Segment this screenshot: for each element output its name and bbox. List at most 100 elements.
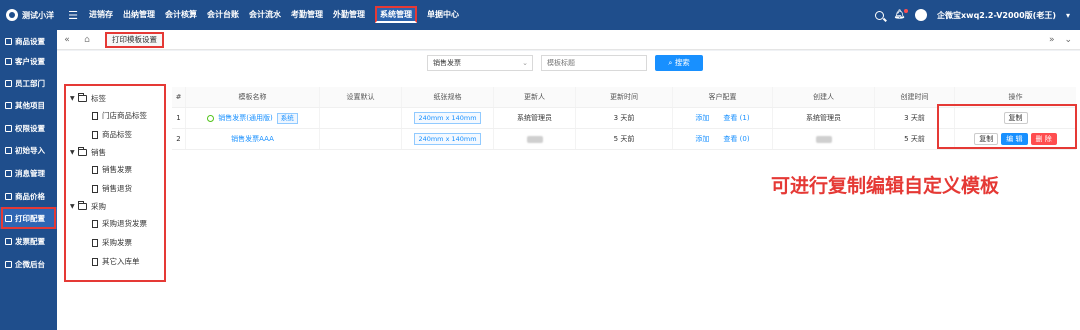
tree-leaf[interactable]: 其它入库单 [66, 252, 164, 271]
search-button-label: 搜索 [674, 58, 690, 67]
sidebar-item-staff[interactable]: 员工部门 [0, 72, 57, 94]
select-value: 销售发票 [433, 59, 461, 67]
nav-item-inventory[interactable]: 进销存 [84, 0, 118, 30]
view-config-link[interactable]: 查看 (0) [723, 134, 749, 144]
annotation-text: 可进行复制编辑自定义模板 [771, 175, 1000, 197]
paper-size-badge: 240mm x 140mm [414, 133, 481, 145]
nav-item-field[interactable]: 外勤管理 [328, 0, 370, 30]
row-num: 2 [172, 129, 186, 149]
tree-leaf[interactable]: 采购发票 [66, 233, 164, 252]
logo-icon [6, 9, 18, 21]
user-name[interactable]: 企微宝xwq2.2-V2000版(老王) [937, 10, 1056, 21]
sidebar-item-label: 客户设置 [15, 56, 45, 66]
tree-leaf-label: 采购发票 [102, 238, 132, 247]
tree-folder-labels[interactable]: ▼ 标签 [66, 90, 164, 106]
invoice-icon [5, 237, 12, 245]
folder-icon [78, 146, 87, 156]
tree-leaf[interactable]: 门店商品标签 [66, 106, 164, 125]
wecom-icon [5, 260, 12, 268]
file-icon [92, 184, 98, 193]
tree-folder-label: 销售 [91, 147, 106, 157]
file-icon [92, 130, 98, 139]
nav-item-accounting[interactable]: 会计核算 [160, 0, 202, 30]
double-chevron-right-icon[interactable]: » [1049, 35, 1055, 45]
view-config-link[interactable]: 查看 (1) [723, 113, 749, 123]
search-button[interactable]: ⌕ 搜索 [655, 55, 703, 71]
folder-icon [78, 92, 87, 102]
tree-leaf-label: 其它入库单 [102, 257, 140, 266]
nav-item-system[interactable]: 系统管理 [370, 0, 422, 30]
redacted-name [526, 135, 543, 143]
row-default[interactable] [320, 108, 402, 128]
menu-icon[interactable]: ☰ [62, 9, 84, 22]
search-icon[interactable] [874, 10, 884, 20]
tree-leaf-label: 销售退货 [102, 184, 132, 193]
tree-folder-purchase[interactable]: ▼ 采购 [66, 198, 164, 214]
row-creator: 系统管理员 [773, 108, 875, 128]
bell-icon[interactable]: 🔔︎ [894, 9, 909, 20]
nav-item-attendance[interactable]: 考勤管理 [286, 0, 328, 30]
tree-leaf-label: 采购退货发票 [102, 219, 147, 228]
header-num: # [172, 87, 186, 107]
file-icon [92, 257, 98, 266]
sidebar-item-wecom[interactable]: 企微后台 [0, 253, 57, 275]
system-badge: 系统 [276, 112, 298, 124]
sidebar: 商品设置 客户设置 员工部门 其他项目 权限设置 初始导入 消息管理 商品价格 … [0, 30, 57, 330]
row-default[interactable] [320, 129, 402, 149]
message-icon [5, 169, 12, 177]
sidebar-item-other[interactable]: 其他项目 [0, 94, 57, 116]
file-icon [92, 165, 98, 174]
caret-down-icon: ▼ [70, 94, 75, 102]
other-icon [5, 101, 12, 109]
avatar[interactable] [915, 9, 928, 21]
sidebar-item-print[interactable]: 打印配置 [0, 207, 57, 229]
title-search-input[interactable] [541, 55, 647, 71]
add-config-link[interactable]: 添加 [695, 113, 709, 123]
brand-name: 测试小洋 [22, 10, 54, 20]
main-nav: 进销存 出纳管理 会计核算 会计台账 会计流水 考勤管理 外勤管理 系统管理 单… [84, 0, 464, 30]
tree-folder-sales[interactable]: ▼ 销售 [66, 144, 164, 160]
template-name-link[interactable]: 销售发票AAA [231, 134, 274, 144]
sidebar-item-import[interactable]: 初始导入 [0, 139, 57, 161]
row-config-cell: 添加 查看 (1) [673, 108, 773, 128]
nav-item-journal[interactable]: 会计流水 [244, 0, 286, 30]
tabs-bar: « ⌂ 打印模板设置 » ⌄ [57, 30, 1080, 50]
brand[interactable]: 测试小洋 [0, 9, 62, 21]
tree-leaf[interactable]: 商品标签 [66, 125, 164, 144]
row-name-cell: 销售发票(通用版) 系统 [186, 108, 320, 128]
double-chevron-left-icon[interactable]: « [57, 35, 77, 45]
header-config: 客户配置 [673, 87, 773, 107]
tree-leaf[interactable]: 采购退货发票 [66, 214, 164, 233]
tab-print-template[interactable]: 打印模板设置 [105, 31, 164, 48]
nav-item-cashier[interactable]: 出纳管理 [118, 0, 160, 30]
home-icon[interactable]: ⌂ [77, 35, 97, 45]
nav-item-documents[interactable]: 单据中心 [422, 0, 464, 30]
sidebar-item-permissions[interactable]: 权限设置 [0, 117, 57, 139]
sidebar-item-prices[interactable]: 商品价格 [0, 185, 57, 207]
sidebar-item-customers[interactable]: 客户设置 [0, 50, 57, 72]
row-size-cell: 240mm x 140mm [402, 108, 494, 128]
chevron-down-icon[interactable]: ⌄ [1064, 35, 1072, 45]
nav-item-ledger[interactable]: 会计台账 [202, 0, 244, 30]
main-panel: 销售发票 ⌄ ⌕ 搜索 ▼ 标签 门店商品标签 商品标签 ▼ 销售 销售发票 销售退货… [57, 51, 1080, 330]
caret-down-icon: ▼ [70, 202, 75, 210]
top-bar: 测试小洋 ☰ 进销存 出纳管理 会计核算 会计台账 会计流水 考勤管理 外勤管理… [0, 0, 1080, 30]
sidebar-item-messages[interactable]: 消息管理 [0, 162, 57, 184]
sidebar-item-invoice[interactable]: 发票配置 [0, 230, 57, 252]
sidebar-item-label: 消息管理 [15, 168, 45, 178]
template-name-link[interactable]: 销售发票(通用版) [218, 113, 272, 123]
staff-icon [5, 79, 12, 87]
sidebar-item-label: 商品价格 [15, 191, 45, 201]
tree-folder-label: 标签 [91, 93, 106, 103]
row-updated: 3 天前 [576, 108, 673, 128]
add-config-link[interactable]: 添加 [695, 134, 709, 144]
header-updater: 更新人 [494, 87, 576, 107]
tree-leaf[interactable]: 销售退货 [66, 179, 164, 198]
sidebar-item-products[interactable]: 商品设置 [0, 30, 57, 52]
category-select[interactable]: 销售发票 ⌄ [427, 55, 533, 71]
chevron-down-icon[interactable]: ▾ [1066, 11, 1070, 20]
header-name: 模板名称 [186, 87, 320, 107]
sidebar-item-label: 商品设置 [15, 36, 45, 46]
file-icon [92, 111, 98, 120]
tree-leaf[interactable]: 销售发票 [66, 160, 164, 179]
